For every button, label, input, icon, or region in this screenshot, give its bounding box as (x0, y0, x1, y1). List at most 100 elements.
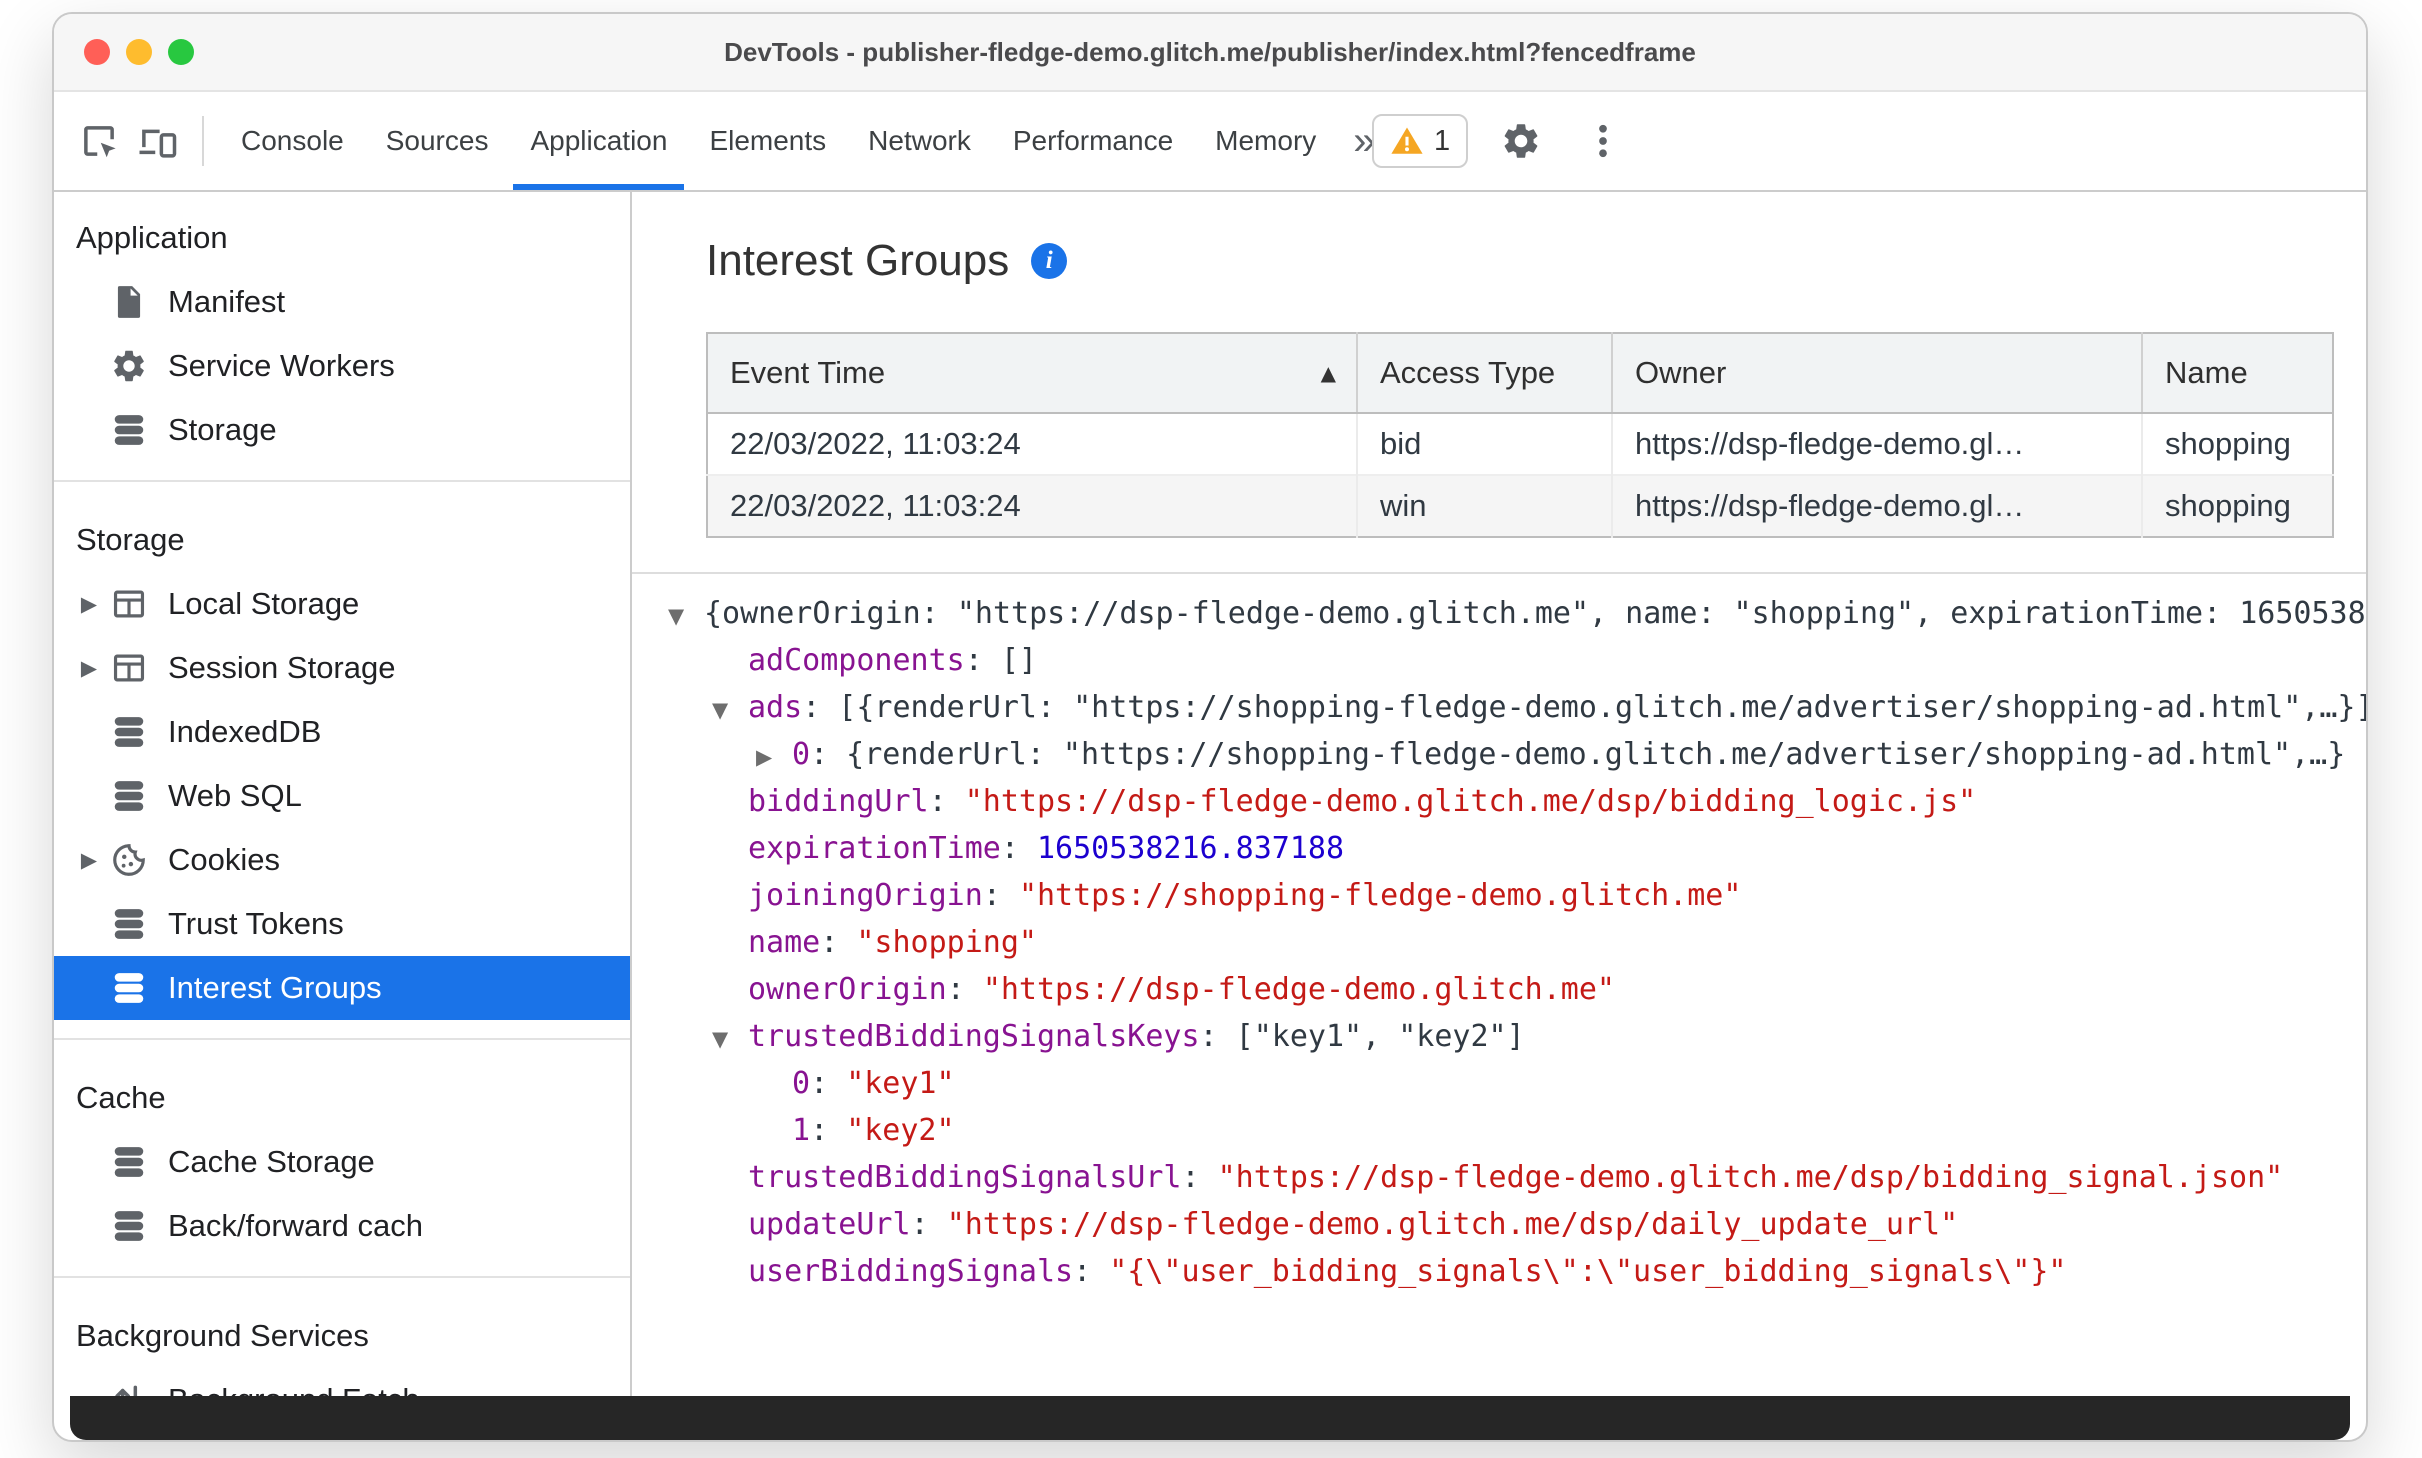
json-string-text: "https://dsp-fledge-demo.glitch.me" (982, 972, 1615, 1007)
sidebar-item-label: IndexedDB (168, 714, 322, 749)
column-header-owner[interactable]: Owner (1612, 333, 2143, 414)
sidebar-section-cache: Cache Cache Storage Back/forward cach (54, 1058, 630, 1258)
json-tree-row[interactable]: 0: "key1" (632, 1060, 2366, 1107)
column-header-name[interactable]: Name (2142, 333, 2333, 414)
triangle-down-icon[interactable]: ▼ (668, 593, 704, 640)
json-string-text: "https://dsp-fledge-demo.glitch.me/dsp/b… (1217, 1160, 2284, 1195)
warning-triangle-icon (1390, 124, 1424, 158)
table-row[interactable]: 22/03/2022, 11:03:24 win https://dsp-fledg… (707, 474, 2333, 537)
zoom-window-button[interactable] (168, 39, 194, 65)
json-tree-row[interactable]: userBiddingSignals: "{\"user_bidding_sig… (632, 1248, 2366, 1295)
json-plain-text: : (810, 1113, 847, 1148)
chevron-right-icon[interactable]: ▶ (70, 848, 108, 872)
triangle-right-icon[interactable]: ▶ (756, 734, 792, 781)
sidebar-item-cache-storage[interactable]: Cache Storage (54, 1130, 630, 1194)
sidebar-item-back-forward-cach[interactable]: Back/forward cach (54, 1194, 630, 1258)
sidebar-section-header-storage[interactable]: Storage (54, 500, 630, 572)
json-plain-text: : (1181, 1160, 1218, 1195)
json-tree-row[interactable]: ▼ ads: [{renderUrl: "https://shopping-fle… (632, 684, 2366, 731)
json-tree-row[interactable]: trustedBiddingSignalsUrl: "https://dsp-f… (632, 1154, 2366, 1201)
sidebar-item-label: Manifest (168, 284, 286, 319)
sidebar-item-manifest[interactable]: Manifest (54, 270, 630, 334)
close-window-button[interactable] (84, 39, 110, 65)
tab-performance[interactable]: Performance (992, 92, 1194, 190)
triangle-down-icon[interactable]: ▼ (712, 687, 748, 734)
chevron-right-icon[interactable]: ▶ (70, 656, 108, 680)
chevron-right-icon[interactable]: ▶ (70, 592, 108, 616)
sidebar-section-header-background-services[interactable]: Background Services (54, 1296, 630, 1368)
tab-sources[interactable]: Sources (365, 92, 510, 190)
panel-header: Interest Groups i (706, 236, 2366, 286)
table-row[interactable]: 22/03/2022, 11:03:24 bid https://dsp-fledg… (707, 413, 2333, 475)
tab-application[interactable]: Application (509, 92, 688, 190)
window-footer-strip (70, 1396, 2350, 1440)
json-key-text: trustedBiddingSignalsUrl (748, 1160, 1182, 1195)
json-tree-row[interactable]: updateUrl: "https://dsp-fledge-demo.glit… (632, 1201, 2366, 1248)
issues-warning-badge[interactable]: 1 (1372, 114, 1469, 168)
json-tree: ▼ {ownerOrigin: "https://dsp-fledge-demo.… (632, 574, 2366, 1295)
sidebar-item-cookies[interactable]: ▶ Cookies (54, 828, 630, 892)
json-plain-text: : (1073, 1254, 1110, 1289)
json-tree-row[interactable]: biddingUrl: "https://dsp-fledge-demo.gli… (632, 778, 2366, 825)
sidebar-item-interest-groups[interactable]: Interest Groups (54, 956, 630, 1020)
sidebar-item-local-storage[interactable]: ▶ Local Storage (54, 572, 630, 636)
json-key-text: 1 (792, 1113, 811, 1148)
json-plain-text: : (1000, 831, 1037, 866)
cell-access-type: win (1357, 474, 1613, 537)
sidebar-divider (54, 1276, 630, 1278)
sidebar-item-label: Cache Storage (168, 1144, 375, 1179)
tab-console[interactable]: Console (220, 92, 365, 190)
sidebar-item-label: Background Fetch (168, 1382, 420, 1396)
json-plain-text: : ["key1", "key2"] (1199, 1019, 1525, 1054)
json-plain-text: : (820, 925, 857, 960)
table-icon (108, 647, 150, 689)
json-tree-row[interactable]: 1: "key2" (632, 1107, 2366, 1154)
json-key-text: 0 (792, 1066, 811, 1101)
sidebar-section-header-application[interactable]: Application (54, 198, 630, 270)
panel-tabs: Console Sources Application Elements Network… (220, 92, 1392, 190)
sidebar-item-service-workers[interactable]: Service Workers (54, 334, 630, 398)
sidebar-item-trust-tokens[interactable]: Trust Tokens (54, 892, 630, 956)
json-tree-row[interactable]: ownerOrigin: "https://dsp-fledge-demo.gl… (632, 966, 2366, 1013)
json-tree-row[interactable]: ▼ {ownerOrigin: "https://dsp-fledge-demo.… (632, 590, 2366, 637)
sidebar-item-label: Interest Groups (168, 970, 382, 1005)
json-tree-row[interactable]: name: "shopping" (632, 919, 2366, 966)
table-icon (108, 583, 150, 625)
json-string-text: "{\"user_bidding_signals\":\"user_biddin… (1109, 1254, 2067, 1289)
json-key-text: expirationTime (748, 831, 1001, 866)
warning-count: 1 (1434, 124, 1451, 157)
json-tree-row[interactable]: joiningOrigin: "https://shopping-fledge-… (632, 872, 2366, 919)
window-titlebar[interactable]: DevTools - publisher-fledge-demo.glitch.… (54, 14, 2366, 92)
sidebar-item-indexeddb[interactable]: IndexedDB (54, 700, 630, 764)
settings-gear-icon[interactable] (1492, 120, 1550, 162)
sidebar-item-label: Back/forward cach (168, 1208, 423, 1243)
sidebar-section-header-cache[interactable]: Cache (54, 1058, 630, 1130)
column-header-access-type[interactable]: Access Type (1357, 333, 1613, 414)
json-key-text: ownerOrigin (748, 972, 947, 1007)
interest-groups-panel: Interest Groups i Event Time ▲ Access Type… (632, 192, 2366, 1396)
json-plain-text: : [] (964, 643, 1037, 678)
json-tree-row[interactable]: expirationTime: 1650538216.837188 (632, 825, 2366, 872)
tab-network[interactable]: Network (847, 92, 992, 190)
device-toolbar-icon[interactable] (128, 92, 186, 190)
table-header-row: Event Time ▲ Access Type Owner Name (707, 333, 2333, 414)
database-icon (108, 967, 150, 1009)
column-header-event-time[interactable]: Event Time ▲ (707, 333, 1358, 414)
sidebar-item-session-storage[interactable]: ▶ Session Storage (54, 636, 630, 700)
json-string-text: "key2" (846, 1113, 955, 1148)
triangle-down-icon[interactable]: ▼ (712, 1016, 748, 1063)
tab-elements[interactable]: Elements (688, 92, 847, 190)
json-tree-row[interactable]: adComponents: [] (632, 637, 2366, 684)
sidebar-item-storage[interactable]: Storage (54, 398, 630, 462)
minimize-window-button[interactable] (126, 39, 152, 65)
json-tree-row[interactable]: ▶ 0: {renderUrl: "https://shopping-fledge… (632, 731, 2366, 778)
more-options-icon[interactable] (1574, 120, 1632, 162)
sidebar-item-web-sql[interactable]: Web SQL (54, 764, 630, 828)
tab-memory[interactable]: Memory (1194, 92, 1337, 190)
sidebar-item-background-fetch[interactable]: Background Fetch (54, 1368, 630, 1396)
info-icon[interactable]: i (1031, 243, 1068, 279)
json-tree-row[interactable]: ▼ trustedBiddingSignalsKeys: ["key1", "ke… (632, 1013, 2366, 1060)
inspect-icon[interactable] (70, 92, 128, 190)
json-key-text: adComponents (748, 643, 965, 678)
gear-icon (108, 345, 150, 387)
